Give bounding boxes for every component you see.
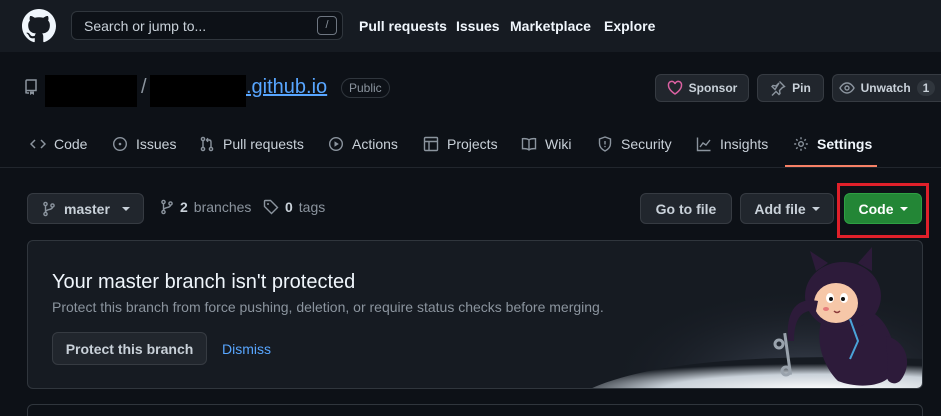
redacted-owner <box>45 75 137 107</box>
branch-icon <box>161 199 173 215</box>
tab-actions-label: Actions <box>352 136 398 152</box>
tab-insights-label: Insights <box>720 136 769 152</box>
tags-link[interactable]: 0 tags <box>263 199 325 215</box>
tab-projects[interactable]: Projects <box>423 121 498 167</box>
eye-icon <box>838 82 855 94</box>
redacted-repo-prefix <box>150 75 246 107</box>
tags-label: tags <box>298 199 326 215</box>
repo-tabs: Code Issues Pull requests Actions Projec… <box>0 121 941 168</box>
branch-protection-banner: Your master branch isn't protected Prote… <box>27 240 923 389</box>
gear-icon <box>794 137 808 151</box>
tab-insights[interactable]: Insights <box>696 121 768 167</box>
sponsor-button[interactable]: Sponsor <box>655 74 749 102</box>
protect-branch-button[interactable]: Protect this branch <box>52 332 207 365</box>
search-input[interactable]: Search or jump to... / <box>71 11 343 40</box>
nav-marketplace[interactable]: Marketplace <box>510 18 591 34</box>
file-list-container <box>27 404 923 416</box>
chevron-down-icon <box>811 206 820 211</box>
repo-name-link[interactable]: .github.io <box>246 76 327 99</box>
go-to-file-label: Go to file <box>655 200 717 217</box>
protect-branch-label: Protect this branch <box>65 340 194 357</box>
active-tab-indicator <box>785 165 877 167</box>
tab-pull-requests[interactable]: Pull requests <box>199 121 304 167</box>
book-icon <box>521 137 537 151</box>
branch-name: master <box>64 200 110 217</box>
repo-icon <box>25 79 37 95</box>
tags-count: 0 <box>285 199 293 215</box>
branch-icon <box>43 201 55 216</box>
unwatch-button[interactable]: Unwatch 1 <box>832 74 941 102</box>
tab-pull-requests-label: Pull requests <box>223 136 304 152</box>
nav-explore[interactable]: Explore <box>604 18 655 34</box>
add-file-label: Add file <box>754 200 806 217</box>
octocat-mascot-illustration <box>588 241 922 388</box>
tab-issues-label: Issues <box>136 136 177 152</box>
tab-code[interactable]: Code <box>30 121 87 167</box>
heart-icon <box>667 80 682 95</box>
shield-icon <box>598 136 612 152</box>
code-icon <box>30 139 46 149</box>
tab-security[interactable]: Security <box>597 121 672 167</box>
tab-projects-label: Projects <box>447 136 498 152</box>
watch-count: 1 <box>916 80 936 96</box>
annotation-highlight-box <box>837 183 929 238</box>
issue-icon <box>112 136 128 152</box>
branches-link[interactable]: 2 branches <box>160 199 251 215</box>
tab-settings[interactable]: Settings <box>793 121 872 167</box>
branches-count: 2 <box>180 199 188 215</box>
branches-label: branches <box>193 199 252 215</box>
pin-label: Pin <box>792 81 811 95</box>
nav-pull-requests[interactable]: Pull requests <box>359 18 447 34</box>
graph-icon <box>696 137 711 152</box>
tab-security-label: Security <box>621 136 672 152</box>
go-to-file-button[interactable]: Go to file <box>640 193 732 224</box>
tab-wiki[interactable]: Wiki <box>521 121 571 167</box>
nav-issues[interactable]: Issues <box>456 18 500 34</box>
search-placeholder: Search or jump to... <box>84 18 207 34</box>
chevron-down-icon <box>121 206 130 211</box>
play-icon <box>328 136 344 152</box>
unwatch-label: Unwatch <box>860 81 911 95</box>
tab-code-label: Code <box>54 136 88 152</box>
branch-selector[interactable]: master <box>27 193 144 224</box>
pin-button[interactable]: Pin <box>757 74 824 102</box>
global-header: Search or jump to... / Pull requests Iss… <box>0 0 941 52</box>
tab-wiki-label: Wiki <box>545 136 572 152</box>
tab-settings-label: Settings <box>817 136 873 152</box>
banner-title: Your master branch isn't protected <box>52 271 356 293</box>
add-file-button[interactable]: Add file <box>740 193 834 224</box>
tab-issues[interactable]: Issues <box>112 121 176 167</box>
pull-request-icon <box>200 136 214 152</box>
pin-icon <box>771 81 786 96</box>
visibility-badge: Public <box>341 78 390 98</box>
table-icon <box>423 136 439 152</box>
sponsor-label: Sponsor <box>688 81 738 95</box>
dismiss-link[interactable]: Dismiss <box>222 341 271 357</box>
search-shortcut-key: / <box>317 16 337 35</box>
tag-icon <box>263 199 279 215</box>
github-logo-icon[interactable] <box>22 9 56 43</box>
repo-path-separator: / <box>141 76 147 98</box>
tab-actions[interactable]: Actions <box>328 121 398 167</box>
banner-description: Protect this branch from force pushing, … <box>52 299 604 315</box>
